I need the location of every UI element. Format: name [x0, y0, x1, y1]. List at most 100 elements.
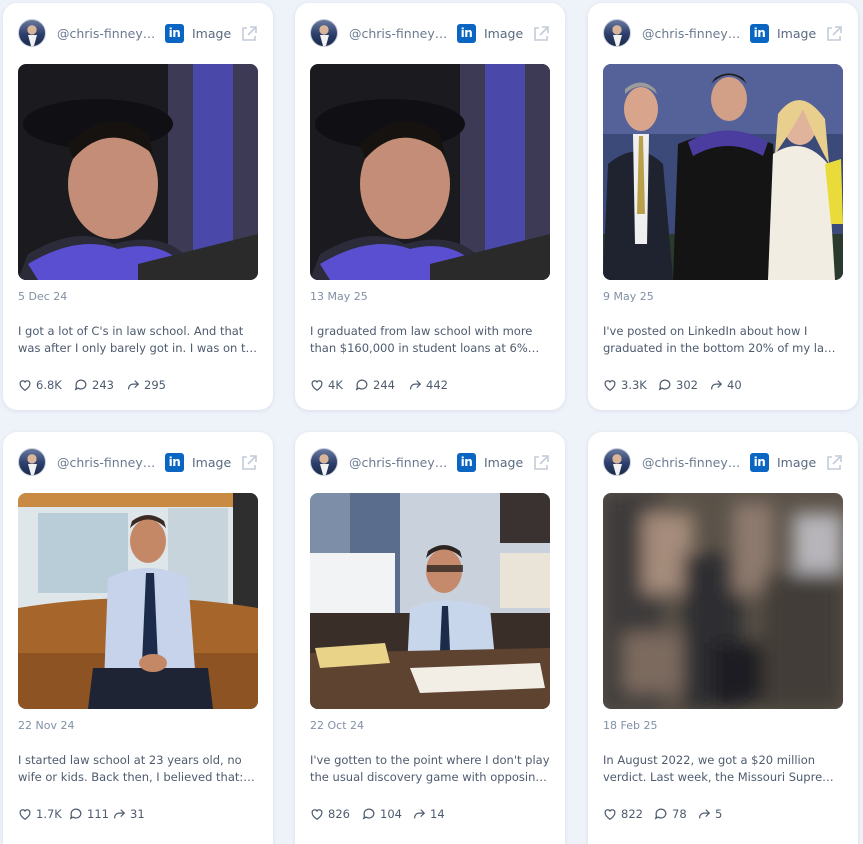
post-text-line: graduated in the bottom 20% of my law…	[603, 341, 843, 355]
post-card[interactable]: @chris-finney… in Image	[588, 3, 858, 410]
external-link-icon[interactable]	[825, 25, 843, 43]
comment-icon	[69, 808, 82, 820]
shares-count: 14	[430, 807, 445, 821]
post-date: 22 Nov 24	[18, 719, 75, 732]
linkedin-icon: in	[457, 24, 476, 43]
heart-icon	[604, 809, 616, 820]
profile-avatar[interactable]	[310, 448, 338, 476]
heart-icon	[311, 380, 323, 391]
post-type-label: Image	[484, 26, 524, 41]
profile-avatar[interactable]	[18, 19, 46, 47]
post-text-line: than $160,000 in student loans at 6%…	[310, 341, 540, 355]
linkedin-icon: in	[457, 453, 476, 472]
external-link-icon[interactable]	[532, 25, 550, 43]
author-handle[interactable]: @chris-finney…	[57, 455, 157, 470]
post-text-line: I've gotten to the point where I don't p…	[310, 753, 550, 767]
likes-count: 826	[328, 807, 350, 821]
profile-avatar[interactable]	[310, 19, 338, 47]
post-date: 13 May 25	[310, 290, 368, 303]
post-date: 22 Oct 24	[310, 719, 365, 732]
external-link-icon[interactable]	[240, 454, 258, 472]
comment-icon	[362, 808, 375, 820]
linkedin-icon: in	[750, 24, 769, 43]
post-grid: @chris-finney… in Image 5 Dec 24 I got a…	[0, 0, 863, 844]
heart-icon	[19, 380, 31, 391]
share-arrow-icon	[410, 380, 422, 390]
share-arrow-icon	[128, 380, 140, 390]
comments-count: 111	[87, 807, 109, 821]
comments-count: 243	[92, 378, 114, 392]
post-text-line: In August 2022, we got a $20 million	[603, 753, 816, 767]
shares-count: 295	[144, 378, 166, 392]
comment-icon	[355, 379, 368, 391]
post-card[interactable]: @chris-finney… in Image	[588, 432, 858, 844]
post-date: 5 Dec 24	[18, 290, 68, 303]
profile-avatar[interactable]	[603, 19, 631, 47]
post-image[interactable]	[310, 493, 550, 709]
post-date: 9 May 25	[603, 290, 654, 303]
share-arrow-icon	[414, 809, 426, 819]
post-type-label: Image	[777, 455, 817, 470]
post-text-line: verdict. Last week, the Missouri Supreme…	[603, 770, 843, 784]
external-link-icon[interactable]	[240, 25, 258, 43]
likes-count: 6.8K	[36, 378, 62, 392]
author-handle[interactable]: @chris-finney…	[349, 455, 449, 470]
post-text[interactable]: I got a lot of C's in law school. And th…	[18, 323, 258, 357]
heart-icon	[604, 380, 616, 391]
post-image[interactable]	[310, 64, 550, 280]
shares-count: 40	[727, 378, 742, 392]
comments-count: 244	[373, 378, 395, 392]
comments-count: 104	[380, 807, 402, 821]
post-text-line: the usual discovery game with opposin…	[310, 770, 547, 784]
profile-avatar[interactable]	[18, 448, 46, 476]
post-type-label: Image	[484, 455, 524, 470]
profile-avatar[interactable]	[603, 448, 631, 476]
comment-icon	[74, 379, 87, 391]
author-handle[interactable]: @chris-finney…	[57, 26, 157, 41]
likes-count: 3.3K	[621, 378, 647, 392]
comments-count: 78	[672, 807, 687, 821]
share-arrow-icon	[114, 809, 126, 819]
comment-icon	[654, 808, 667, 820]
post-text[interactable]: I started law school at 23 years old, no…	[18, 752, 258, 786]
author-handle[interactable]: @chris-finney…	[642, 26, 742, 41]
post-text[interactable]: In August 2022, we got a $20 million ver…	[603, 752, 843, 786]
post-header: @chris-finney… in Image	[310, 448, 550, 478]
author-handle[interactable]: @chris-finney…	[642, 455, 742, 470]
post-text[interactable]: I've gotten to the point where I don't p…	[310, 752, 550, 786]
post-text-line: was after I only barely got in. I was on…	[18, 341, 258, 355]
post-image[interactable]	[18, 493, 258, 709]
post-image[interactable]	[18, 64, 258, 280]
post-text-line: I got a lot of C's in law school. And th…	[18, 324, 244, 338]
post-text[interactable]: I graduated from law school with more th…	[310, 323, 550, 357]
heart-icon	[19, 809, 31, 820]
heart-icon	[311, 809, 323, 820]
post-text-line: I graduated from law school with more	[310, 324, 533, 338]
shares-count: 5	[715, 807, 723, 821]
comment-icon	[658, 379, 671, 391]
likes-count: 822	[621, 807, 643, 821]
post-image[interactable]	[603, 64, 843, 280]
post-card[interactable]: @chris-finney… in Image	[295, 432, 565, 844]
post-card[interactable]: @chris-finney… in Image 13 May 25 I grad…	[295, 3, 565, 410]
post-type-label: Image	[192, 455, 232, 470]
post-card[interactable]: @chris-finney… in Image 5 Dec 24 I got a…	[3, 3, 273, 410]
post-text[interactable]: I've posted on LinkedIn about how I grad…	[603, 323, 843, 357]
post-text-line: wife or kids. Back then, I believed that…	[18, 770, 258, 784]
author-handle[interactable]: @chris-finney…	[349, 26, 449, 41]
post-text-line: I've posted on LinkedIn about how I	[603, 324, 808, 338]
linkedin-icon: in	[165, 24, 184, 43]
post-header: @chris-finney… in Image	[18, 448, 258, 478]
post-header: @chris-finney… in Image	[603, 19, 843, 49]
post-header: @chris-finney… in Image	[603, 448, 843, 478]
post-header: @chris-finney… in Image	[18, 19, 258, 49]
external-link-icon[interactable]	[532, 454, 550, 472]
comments-count: 302	[676, 378, 698, 392]
linkedin-icon: in	[165, 453, 184, 472]
post-card[interactable]: @chris-finney… in Image 22 Nov 24 I star…	[3, 432, 273, 844]
likes-count: 4K	[328, 378, 343, 392]
post-date: 18 Feb 25	[603, 719, 658, 732]
post-image[interactable]	[603, 493, 843, 709]
shares-count: 442	[426, 378, 448, 392]
external-link-icon[interactable]	[825, 454, 843, 472]
